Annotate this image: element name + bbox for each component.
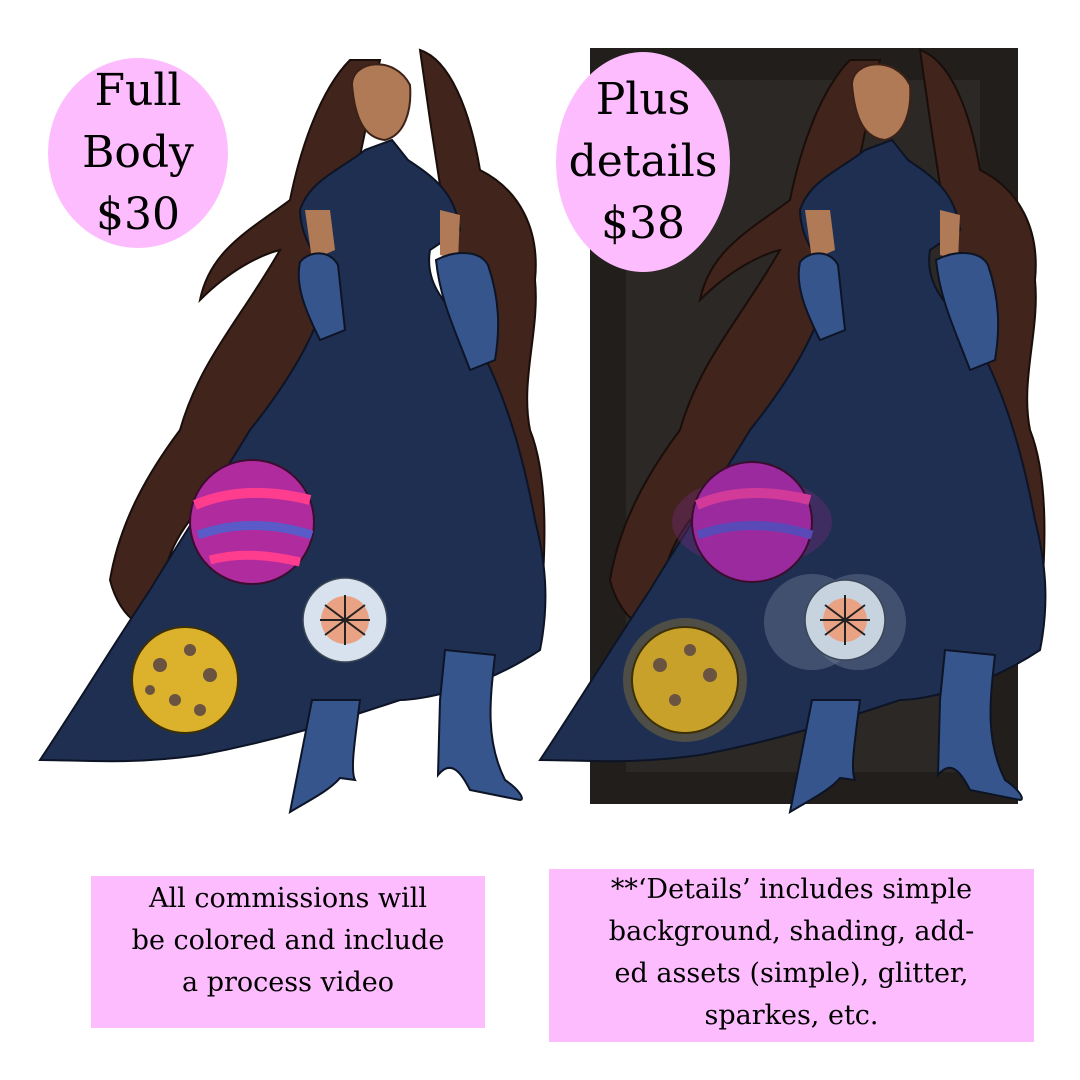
moon-right <box>631 626 739 734</box>
note-line: All commissions will <box>148 883 427 914</box>
price-line: $30 <box>96 189 180 240</box>
moon-left <box>131 626 239 734</box>
note-line: background, shading, add- <box>608 916 975 947</box>
note-line: **‘Details’ includes simple <box>610 874 973 905</box>
price-badge-plus-details: Plus details $38 <box>556 52 730 272</box>
note-line: be colored and include <box>131 925 445 956</box>
price-line: details <box>568 136 718 187</box>
price-line: $38 <box>601 198 685 249</box>
note-line: a process video <box>182 967 394 998</box>
price-line: Full <box>94 65 182 116</box>
note-details: **‘Details’ includes simple background, … <box>549 869 1034 1042</box>
note-commissions: All commissions will be colored and incl… <box>91 876 485 1028</box>
boot-left-b <box>436 648 523 802</box>
note-line: ed assets (simple), glitter, <box>614 958 969 989</box>
price-line: Body <box>82 127 194 178</box>
price-line: Plus <box>595 74 691 125</box>
price-badge-full-body: Full Body $30 <box>48 58 228 248</box>
note-line: sparkes, etc. <box>704 1000 879 1031</box>
